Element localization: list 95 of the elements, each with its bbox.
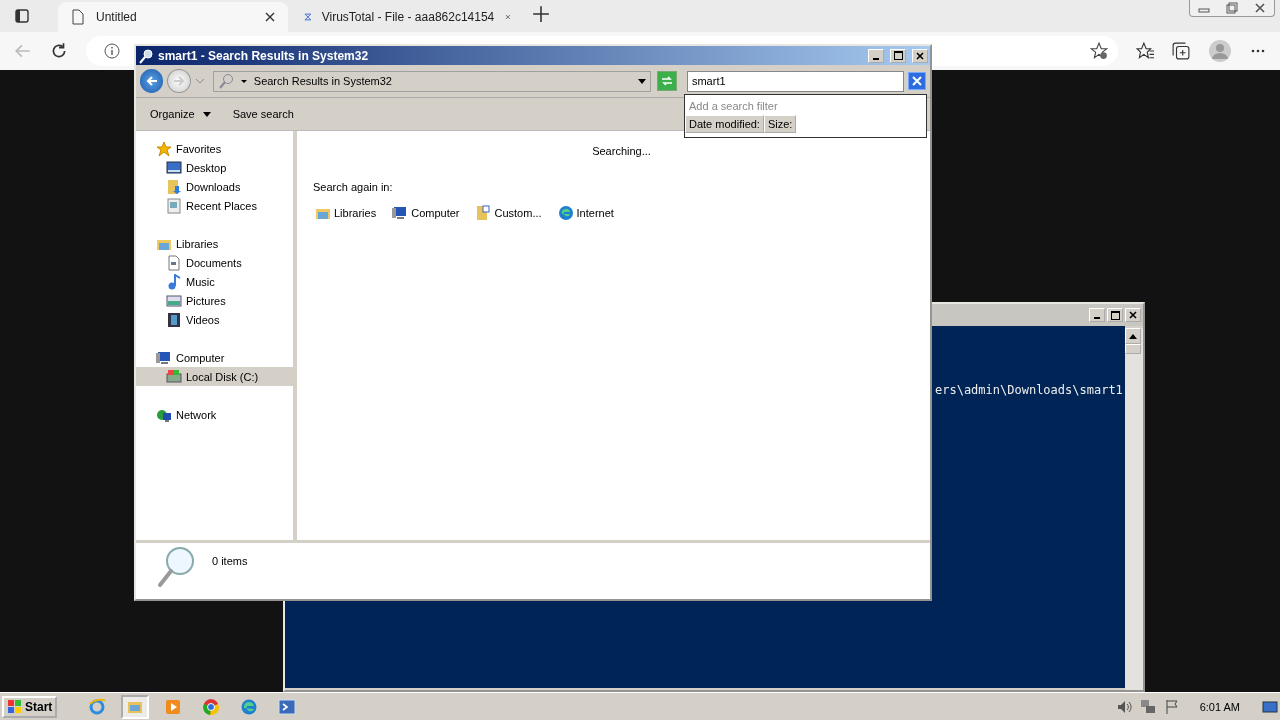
filter-chip[interactable]: Size: (763, 115, 797, 133)
location-link[interactable]: Custom... (473, 205, 544, 221)
refresh-icon (50, 42, 68, 60)
network-icon (1139, 698, 1156, 715)
windows-logo-icon (7, 698, 23, 715)
magnifier-icon (156, 545, 196, 589)
folder-icon (475, 205, 492, 221)
nav-item[interactable]: Music (136, 272, 293, 291)
caret-icon (239, 77, 248, 85)
nav-item[interactable]: Pictures (136, 291, 293, 310)
download-folder-icon (166, 178, 182, 195)
back-arrow-icon (144, 74, 159, 88)
nav-item[interactable]: Videos (136, 310, 293, 329)
browser-icon (557, 205, 574, 221)
window-icon (166, 197, 182, 214)
close-icon (916, 51, 924, 60)
star-icon (156, 140, 172, 157)
info-icon (104, 43, 120, 59)
nav-item[interactable]: Favorites (136, 139, 293, 158)
image-icon (166, 292, 182, 309)
back-button[interactable] (140, 69, 164, 93)
new-tab-icon (532, 5, 550, 23)
search-again-label: Search again in: (313, 181, 393, 193)
searching-status: Searching... (592, 145, 651, 157)
tab-actions-icon (14, 8, 30, 24)
browser-icon (202, 697, 221, 716)
browser-tab[interactable]: VirusTotal - File - aaa862c14154 (292, 2, 522, 32)
search-icon (217, 73, 234, 89)
scrollbar[interactable] (1125, 328, 1143, 690)
collections-icon (1172, 42, 1190, 60)
minimize-icon (1094, 317, 1100, 319)
nav-item[interactable]: Local Disk (C:) (136, 367, 293, 386)
forward-button[interactable] (167, 69, 191, 93)
computer-icon (156, 349, 172, 366)
close-icon (1129, 311, 1137, 319)
minimize-button[interactable] (868, 48, 884, 63)
taskbar-app[interactable] (121, 694, 150, 719)
location-link[interactable]: Internet (555, 205, 616, 221)
browser-icon (88, 697, 107, 716)
maximize-button[interactable] (890, 48, 906, 63)
show-desktop-icon (1262, 698, 1278, 715)
minimize-button[interactable] (1089, 308, 1105, 322)
location-link[interactable]: Libraries (313, 205, 379, 221)
add-favorite-icon (1090, 42, 1108, 60)
nav-item[interactable]: Network (136, 405, 293, 424)
filter-chip[interactable]: Date modified: (685, 115, 764, 133)
minimize-icon (873, 57, 879, 60)
close-button[interactable] (912, 48, 928, 63)
clock: 6:01 AM (1199, 700, 1240, 713)
back-icon (14, 42, 32, 60)
location-link[interactable]: Computer (390, 205, 462, 221)
nav-item[interactable]: Computer (136, 348, 293, 367)
favorites-icon (1136, 42, 1154, 60)
caret-icon (638, 77, 647, 85)
window-title: smart1 - Search Results in System32 (158, 48, 370, 63)
page-icon (70, 9, 86, 25)
terminal-icon (278, 697, 297, 716)
media-player-icon (164, 697, 183, 716)
search-icon (138, 47, 154, 64)
search-field[interactable]: smart1 (686, 70, 905, 92)
maximize-icon (1110, 310, 1120, 320)
scroll-thumb[interactable] (1125, 344, 1141, 354)
nav-item[interactable]: Documents (136, 253, 293, 272)
nav-item[interactable]: Downloads (136, 177, 293, 196)
toolbar-button[interactable]: Organize (148, 106, 213, 122)
nav-item[interactable]: Recent Places (136, 196, 293, 215)
clear-button[interactable] (908, 72, 926, 90)
address-bar[interactable]: Search Results in System32 (212, 70, 652, 92)
maximize-icon (893, 51, 903, 60)
document-icon (166, 254, 182, 271)
forward-arrow-icon (172, 74, 187, 88)
drive-icon (166, 368, 182, 385)
profile-icon (1208, 39, 1232, 63)
music-note-icon (166, 273, 182, 290)
close-button[interactable] (1125, 308, 1141, 322)
close-icon (912, 76, 923, 86)
caret-icon (202, 111, 211, 117)
flag-icon (1163, 698, 1180, 715)
toolbar-button[interactable]: Save search (230, 106, 296, 122)
refresh-button[interactable] (657, 71, 677, 91)
start-button[interactable]: Start (2, 695, 58, 718)
film-icon (166, 311, 182, 328)
computer-icon (392, 205, 409, 221)
nav-item[interactable]: Libraries (136, 234, 293, 253)
item-count: 0 items (212, 555, 248, 569)
caret-icon (195, 76, 205, 86)
filter-hint: Add a search filter (688, 99, 779, 114)
maximize-button[interactable] (1107, 308, 1123, 322)
scroll-up-icon (1129, 333, 1137, 339)
browser-icon (240, 697, 259, 716)
console-text: ers\admin\Downloads\smart1 (935, 383, 1123, 397)
browser-tab[interactable]: Untitled (58, 2, 288, 32)
desktop-icon (166, 159, 182, 176)
nav-item[interactable]: Desktop (136, 158, 293, 177)
refresh-icon (660, 74, 675, 88)
